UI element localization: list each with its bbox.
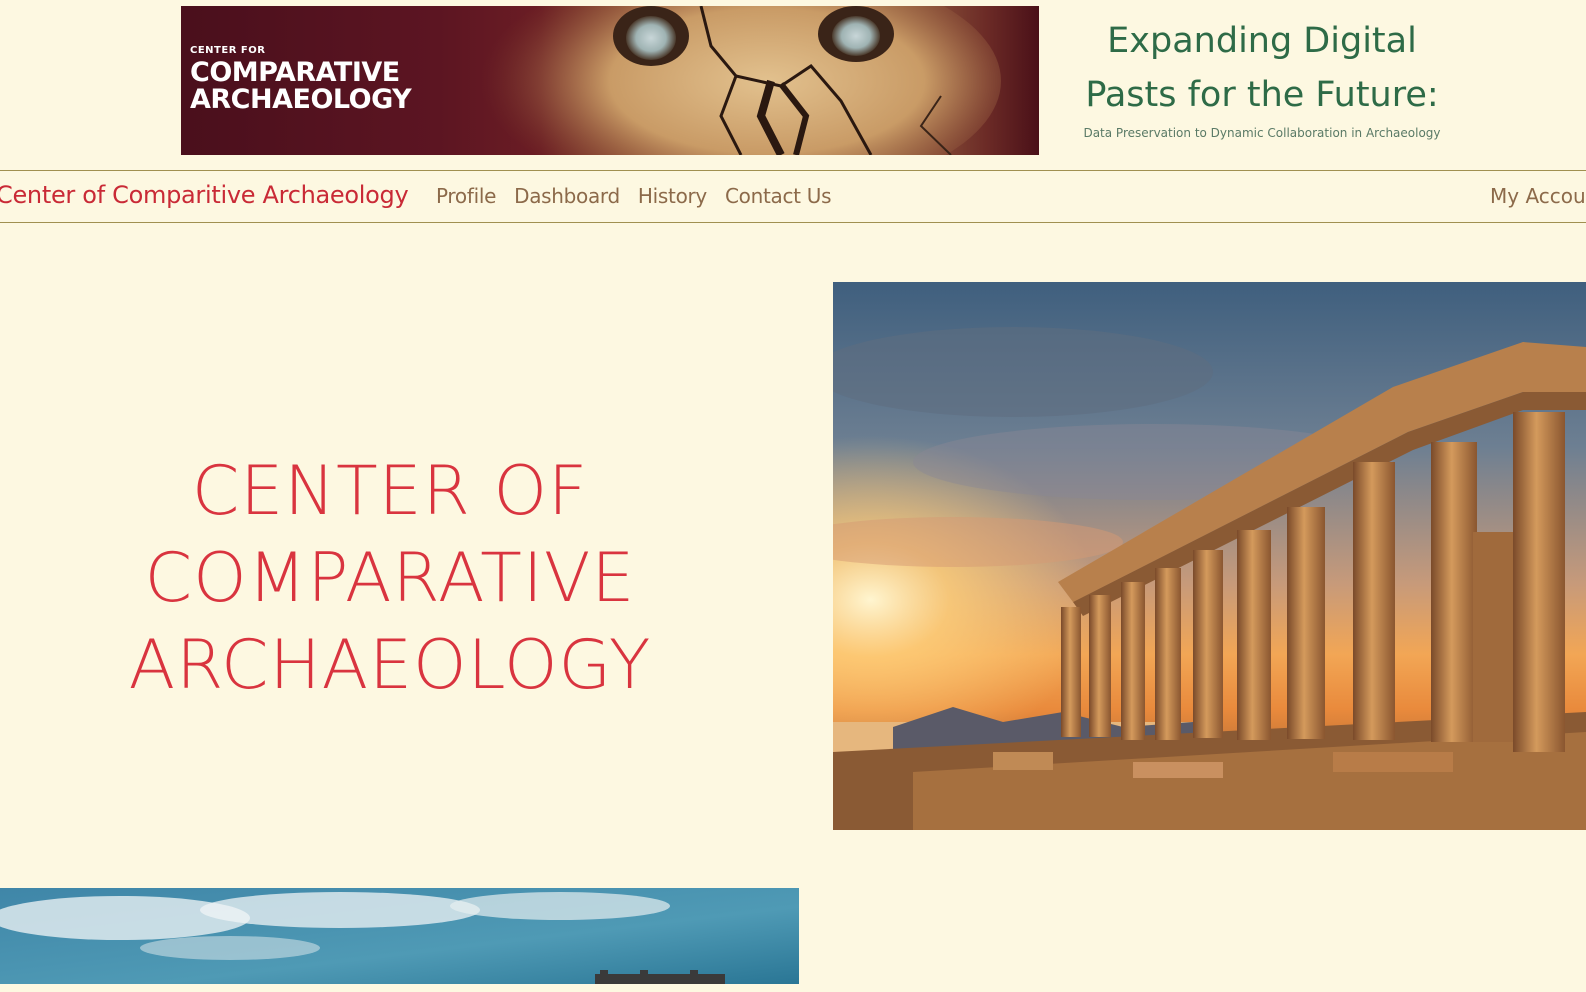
banner-logo-line2: ARCHAEOLOGY bbox=[190, 84, 412, 115]
hero-title-line3: ARCHAEOLOGY bbox=[128, 626, 652, 705]
banner-image: CENTER FOR COMPARATIVE ARCHAEOLOGY bbox=[181, 6, 1039, 155]
nav-brand[interactable]: Center of Comparitive Archaeology bbox=[0, 181, 409, 209]
hero-title-line2: COMPARATIVE bbox=[144, 539, 636, 618]
nav-link-profile[interactable]: Profile bbox=[436, 184, 496, 208]
nav-link-dashboard[interactable]: Dashboard bbox=[514, 184, 620, 208]
page: CENTER FOR COMPARATIVE ARCHAEOLOGY Expan… bbox=[0, 0, 1586, 992]
hero-title-line1: CENTER OF bbox=[191, 452, 589, 531]
tagline-subtitle: Data Preservation to Dynamic Collaborati… bbox=[1083, 126, 1441, 140]
temple-ruins-image bbox=[833, 282, 1586, 830]
ruins-sky-image bbox=[0, 888, 799, 984]
nav-link-history[interactable]: History bbox=[638, 184, 707, 208]
nav-links: Profile Dashboard History Contact Us bbox=[436, 184, 832, 208]
nav-link-contact-us[interactable]: Contact Us bbox=[725, 184, 832, 208]
hero-title: CENTER OF COMPARATIVE ARCHAEOLOGY bbox=[60, 448, 720, 709]
tagline-title-line1: Expanding Digital bbox=[1107, 21, 1417, 61]
sky-ruins-image bbox=[0, 888, 799, 984]
banner-logo-small: CENTER FOR bbox=[190, 45, 266, 56]
tagline: Expanding Digital Pasts for the Future: … bbox=[1050, 14, 1474, 140]
tagline-title-line2: Pasts for the Future: bbox=[1085, 75, 1439, 115]
banner-logo-line1: COMPARATIVE bbox=[190, 57, 400, 88]
temple-hero-image bbox=[833, 282, 1586, 830]
banner-logo: CENTER FOR COMPARATIVE ARCHAEOLOGY bbox=[190, 45, 412, 115]
nav-my-account[interactable]: My Account bbox=[1490, 184, 1586, 208]
navbar: Center of Comparitive Archaeology Profil… bbox=[0, 170, 1586, 223]
